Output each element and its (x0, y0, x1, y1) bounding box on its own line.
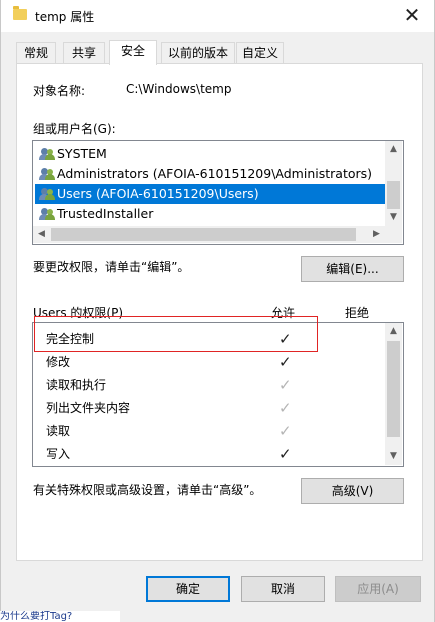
permission-name: 修改 (46, 355, 71, 369)
permission-row: 写入 ✓ (35, 443, 385, 466)
permission-row: 修改 ✓ (35, 351, 385, 374)
groups-label: 组或用户名(G): (33, 122, 116, 136)
permission-row: 读取 ✓ (35, 420, 385, 443)
highlight-box (34, 316, 318, 352)
cancel-button[interactable]: 取消 (241, 576, 325, 602)
user-group-icon (39, 147, 55, 161)
tab-security[interactable]: 安全 (109, 40, 157, 65)
group-name: SYSTEM (57, 146, 107, 161)
close-button[interactable]: ✕ (398, 4, 426, 28)
group-name: Users (AFOIA-610151209\Users) (57, 186, 259, 201)
apply-button[interactable]: 应用(A) (335, 576, 421, 602)
user-group-icon (39, 167, 55, 181)
tab-general[interactable]: 常规 (16, 42, 56, 64)
allow-check-icon: ✓ (279, 445, 292, 463)
advanced-button[interactable]: 高级(V) (301, 478, 404, 504)
permission-name: 读取和执行 (46, 378, 107, 392)
scroll-up-icon[interactable]: ▲ (385, 141, 402, 158)
permission-row: 读取和执行 ✓ (35, 374, 385, 397)
group-name: TrustedInstaller (57, 206, 154, 221)
allow-check-icon: ✓ (279, 353, 292, 371)
allow-check-inherited-icon: ✓ (279, 376, 292, 394)
background-page-text: 为什么要打Tag? (0, 611, 120, 622)
edit-button[interactable]: 编辑(E)... (301, 256, 404, 282)
scroll-thumb[interactable] (51, 228, 356, 241)
list-item[interactable]: SYSTEM (35, 144, 387, 164)
title-bar[interactable]: temp 属性 ✕ (1, 0, 434, 32)
object-name-label: 对象名称: (33, 84, 86, 98)
user-group-icon (39, 187, 55, 201)
groups-list[interactable]: SYSTEM Administrators (AFOIA-610151209\A… (32, 140, 404, 245)
scroll-down-icon[interactable]: ▼ (385, 209, 402, 226)
tab-sharing[interactable]: 共享 (63, 42, 105, 64)
scroll-thumb[interactable] (387, 341, 400, 437)
tab-customize[interactable]: 自定义 (236, 42, 284, 64)
scroll-thumb[interactable] (387, 181, 400, 209)
permissions-vertical-scrollbar[interactable]: ▲ ▼ (385, 323, 402, 465)
permission-row: 列出文件夹内容 ✓ (35, 397, 385, 420)
properties-dialog: temp 属性 ✕ 常规 共享 安全 以前的版本 自定义 对象名称: C:\Wi… (0, 0, 435, 622)
folder-icon (13, 6, 27, 20)
groups-horizontal-scrollbar[interactable]: ◀ ▶ (33, 226, 402, 243)
advanced-hint: 有关特殊权限或高级设置，请单击“高级”。 (33, 483, 262, 497)
edit-hint: 要更改权限，请单击“编辑”。 (33, 260, 190, 274)
list-item[interactable]: Administrators (AFOIA-610151209\Administ… (35, 164, 387, 184)
scroll-up-icon[interactable]: ▲ (385, 323, 402, 340)
list-item[interactable]: TrustedInstaller (35, 204, 387, 224)
allow-check-inherited-icon: ✓ (279, 399, 292, 417)
allow-check-inherited-icon: ✓ (279, 422, 292, 440)
ok-button[interactable]: 确定 (146, 576, 230, 602)
user-group-icon (39, 207, 55, 221)
permission-name: 列出文件夹内容 (46, 401, 131, 415)
deny-column-header: 拒绝 (345, 306, 370, 320)
object-name-value: C:\Windows\temp (126, 82, 232, 96)
group-name: Administrators (AFOIA-610151209\Administ… (57, 166, 373, 181)
tab-previous-versions[interactable]: 以前的版本 (161, 42, 235, 64)
permission-name: 读取 (46, 424, 71, 438)
scroll-right-icon[interactable]: ▶ (368, 226, 385, 243)
groups-vertical-scrollbar[interactable]: ▲ ▼ (385, 141, 402, 226)
permission-name: 写入 (46, 447, 71, 461)
window-title: temp 属性 (35, 10, 95, 24)
scroll-down-icon[interactable]: ▼ (385, 448, 402, 465)
scroll-left-icon[interactable]: ◀ (33, 226, 50, 243)
list-item-selected[interactable]: Users (AFOIA-610151209\Users) (35, 184, 387, 204)
